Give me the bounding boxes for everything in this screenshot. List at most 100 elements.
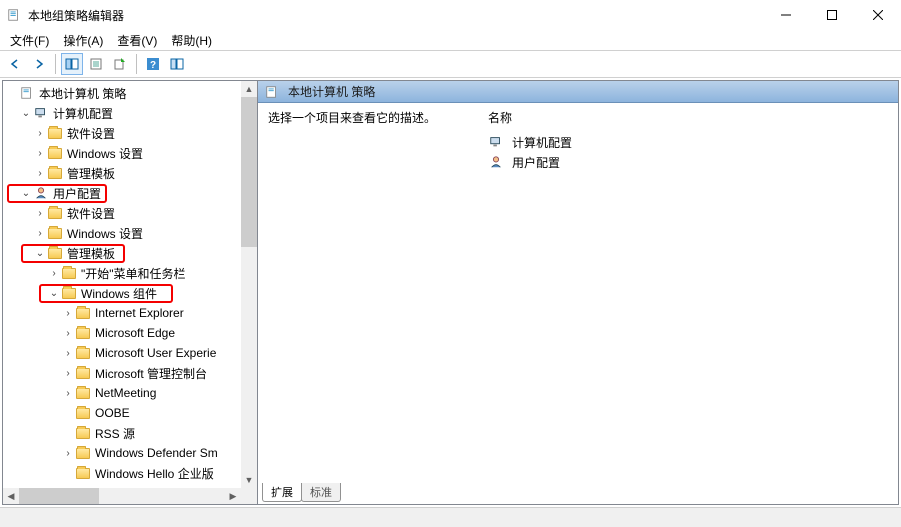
vertical-scrollbar[interactable]: ▲ ▼ [241, 81, 257, 488]
help-button[interactable]: ? [142, 53, 164, 75]
minimize-button[interactable] [763, 0, 809, 30]
scroll-thumb[interactable] [241, 97, 257, 247]
toolbar: ? [0, 50, 901, 78]
window-title: 本地组策略编辑器 [28, 7, 124, 24]
tree-label: 计算机配置 [51, 105, 115, 122]
expand-icon[interactable]: › [61, 328, 75, 339]
collapse-icon[interactable]: ⌄ [19, 188, 33, 199]
tree: 本地计算机 策略 ⌄ 计算机配置 › 软件设置 › Windows 设置 › 管理模板… [5, 83, 239, 483]
tree-label: "开始"菜单和任务栏 [79, 265, 188, 282]
tree-label: Internet Explorer [93, 306, 186, 320]
folder-icon [75, 385, 91, 401]
expand-icon[interactable]: › [61, 448, 75, 459]
tree-item[interactable]: OOBE [5, 403, 239, 423]
tree-item[interactable]: ›Microsoft User Experie [5, 343, 239, 363]
expand-icon[interactable]: › [33, 148, 47, 159]
tree-label: Microsoft 管理控制台 [93, 365, 209, 382]
collapse-icon[interactable]: ⌄ [19, 108, 33, 119]
expand-icon[interactable]: › [33, 208, 47, 219]
show-hide-tree-button[interactable] [61, 53, 83, 75]
tree-label: Windows Defender Sm [93, 446, 220, 460]
tree-item[interactable]: › "开始"菜单和任务栏 [5, 263, 239, 283]
properties-button[interactable] [85, 53, 107, 75]
expand-icon[interactable]: › [33, 228, 47, 239]
tree-label: 软件设置 [65, 205, 117, 222]
description-column: 选择一个项目来查看它的描述。 [268, 109, 468, 172]
result-header: 本地计算机 策略 [258, 81, 898, 103]
filter-button[interactable] [166, 53, 188, 75]
menu-help[interactable]: 帮助(H) [165, 30, 218, 51]
tree-item[interactable]: › 软件设置 [5, 123, 239, 143]
column-header-name[interactable]: 名称 [488, 109, 888, 126]
collapse-icon[interactable]: ⌄ [33, 248, 47, 259]
folder-icon [75, 425, 91, 441]
horizontal-scrollbar[interactable]: ◀ ▶ [3, 488, 241, 504]
tab-extended[interactable]: 扩展 [262, 483, 302, 502]
back-button[interactable] [4, 53, 26, 75]
titlebar: 本地组策略编辑器 [0, 0, 901, 30]
svg-text:?: ? [150, 60, 156, 71]
tree-label: 本地计算机 策略 [37, 85, 128, 102]
list-item[interactable]: 用户配置 [488, 152, 888, 172]
app-icon [6, 7, 22, 23]
menu-action[interactable]: 操作(A) [57, 30, 109, 51]
folder-icon [75, 465, 91, 481]
folder-icon [61, 265, 77, 281]
tree-item[interactable]: › Windows 设置 [5, 143, 239, 163]
tree-item[interactable]: › 管理模板 [5, 163, 239, 183]
tree-item[interactable]: ›Windows 设置 [5, 223, 239, 243]
name-column: 名称 计算机配置 用户配置 [488, 109, 888, 172]
computer-icon [33, 105, 49, 121]
expand-icon[interactable]: › [61, 368, 75, 379]
tree-label: RSS 源 [93, 425, 137, 442]
expand-icon[interactable]: › [61, 308, 75, 319]
tree-label: 用户配置 [51, 185, 103, 202]
tree-label: OOBE [93, 406, 132, 420]
expand-icon[interactable]: › [61, 388, 75, 399]
tree-item[interactable]: › Internet Explorer [5, 303, 239, 323]
folder-icon [47, 125, 63, 141]
tree-root[interactable]: 本地计算机 策略 [5, 83, 239, 103]
scroll-down-icon[interactable]: ▼ [241, 472, 257, 488]
scroll-corner [241, 488, 257, 504]
tree-label: NetMeeting [93, 386, 158, 400]
folder-icon [75, 445, 91, 461]
tree-windows-components[interactable]: ⌄Windows 组件 [5, 283, 239, 303]
tree-computer-config[interactable]: ⌄ 计算机配置 [5, 103, 239, 123]
scroll-up-icon[interactable]: ▲ [241, 81, 257, 97]
tree-label: 软件设置 [65, 125, 117, 142]
menu-view[interactable]: 查看(V) [111, 30, 163, 51]
menu-file[interactable]: 文件(F) [4, 30, 55, 51]
forward-button[interactable] [28, 53, 50, 75]
content: 本地计算机 策略 ⌄ 计算机配置 › 软件设置 › Windows 设置 › 管理模板… [0, 78, 901, 507]
collapse-icon[interactable]: ⌄ [47, 288, 61, 299]
list-item[interactable]: 计算机配置 [488, 132, 888, 152]
tree-item[interactable]: › Windows Defender Sm [5, 443, 239, 463]
tab-standard[interactable]: 标准 [301, 483, 341, 502]
export-button[interactable] [109, 53, 131, 75]
item-label: 计算机配置 [512, 134, 572, 151]
tree-item[interactable]: RSS 源 [5, 423, 239, 443]
scroll-right-icon[interactable]: ▶ [225, 488, 241, 504]
tree-item[interactable]: › 软件设置 [5, 203, 239, 223]
tree-item[interactable]: ›Microsoft Edge [5, 323, 239, 343]
expand-icon[interactable]: › [33, 168, 47, 179]
expand-icon[interactable]: › [47, 268, 61, 279]
tree-label: Windows 设置 [65, 145, 145, 162]
maximize-button[interactable] [809, 0, 855, 30]
tree-item[interactable]: › Microsoft 管理控制台 [5, 363, 239, 383]
tree-label: 管理模板 [65, 165, 117, 182]
scroll-left-icon[interactable]: ◀ [3, 488, 19, 504]
expand-icon[interactable]: › [33, 128, 47, 139]
result-header-title: 本地计算机 策略 [288, 83, 375, 100]
folder-icon [61, 285, 77, 301]
toolbar-sep [55, 54, 56, 74]
tree-admin-templates[interactable]: ⌄管理模板 [5, 243, 239, 263]
tree-item[interactable]: Windows Hello 企业版 [5, 463, 239, 483]
tree-item[interactable]: › NetMeeting [5, 383, 239, 403]
scroll-thumb[interactable] [19, 488, 99, 504]
close-button[interactable] [855, 0, 901, 30]
expand-icon[interactable]: › [61, 348, 75, 359]
folder-icon [75, 365, 91, 381]
tree-user-config[interactable]: ⌄ 用户配置 [5, 183, 239, 203]
